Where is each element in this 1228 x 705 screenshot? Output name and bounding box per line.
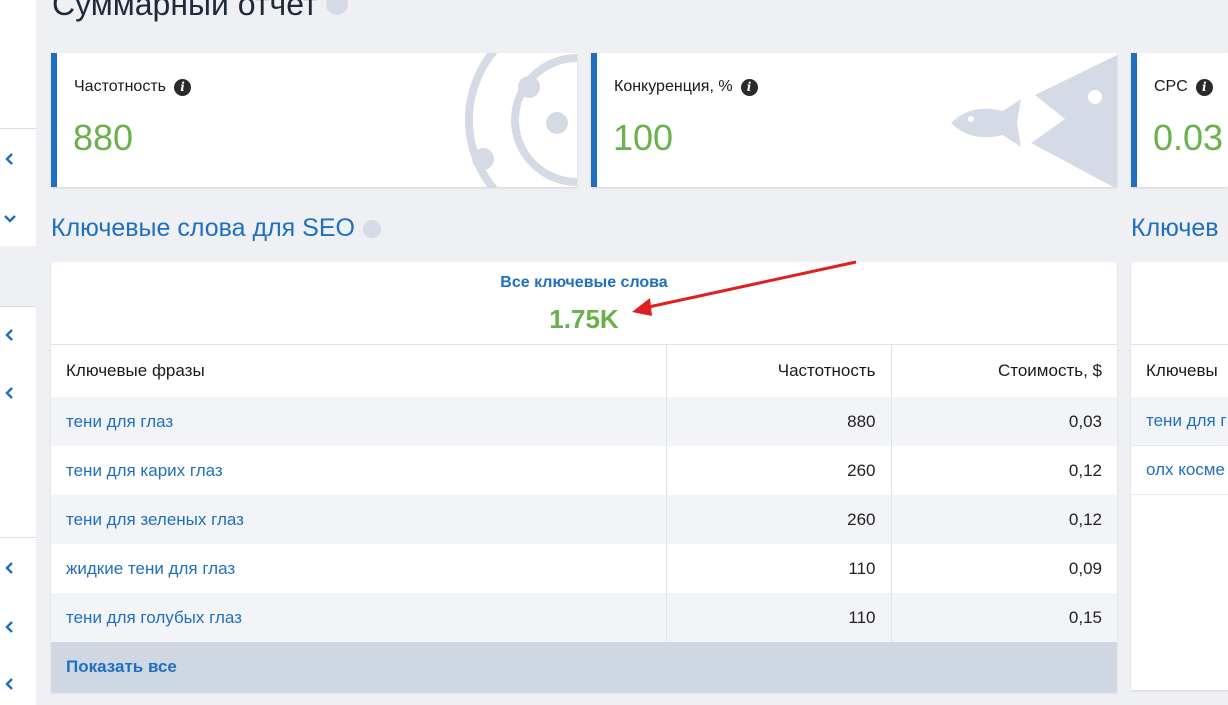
fish-icon (951, 55, 1117, 187)
column-header-phrases[interactable]: Ключевые фразы (51, 345, 667, 397)
chevron-left-icon[interactable] (3, 561, 17, 575)
frequency-cell: 110 (666, 593, 892, 642)
cost-cell: 0,12 (1068, 509, 1102, 529)
column-header-frequency[interactable]: Частотность (666, 345, 892, 397)
metric-label: Частотность i (74, 78, 191, 96)
table-row: тени для глаз 880 0,03 (51, 397, 1117, 446)
metric-value: 100 (613, 117, 674, 158)
metric-label-text: Конкуренция, % (614, 78, 733, 95)
chevron-left-icon[interactable] (3, 677, 17, 691)
page-title-text: Суммарный отчет (52, 0, 318, 22)
right-panel-summary (1131, 262, 1228, 345)
sidebar-divider (0, 306, 36, 307)
metric-card-frequency: Частотность i 880 (51, 53, 577, 187)
info-icon[interactable]: i (740, 78, 758, 96)
page-title: Суммарный отчет (52, 0, 348, 23)
frequency-cell: 260 (666, 446, 892, 495)
chevron-left-icon[interactable] (3, 328, 17, 342)
metric-card-competition: Конкуренция, % i 100 (591, 53, 1117, 187)
sidebar-divider (0, 537, 36, 538)
column-header-phrases[interactable]: Ключевы (1131, 345, 1228, 397)
sidebar (0, 0, 36, 705)
right-keywords-panel: Ключевы тени для г олх косме (1131, 262, 1228, 690)
cost-cell: 0,09 (1068, 558, 1102, 578)
frequency-cell: 880 (666, 397, 892, 446)
all-keywords-value: 1.75K (549, 304, 619, 334)
keyword-link[interactable]: тени для зеленых глаз (51, 495, 667, 544)
chevron-down-icon[interactable] (3, 212, 17, 226)
chevron-left-icon[interactable] (3, 152, 17, 166)
keyword-link[interactable]: тени для глаз (51, 397, 667, 446)
table-row: тени для карих глаз 260 0,12 (51, 446, 1117, 495)
all-keywords-summary: Все ключевые слова 1.75K (51, 262, 1117, 345)
table-row: тени для голубых глаз 110 0,15 (51, 593, 1117, 642)
info-icon[interactable]: i (173, 78, 191, 96)
section-title-seo: Ключевые слова для SEO (51, 214, 381, 243)
metric-label-text: Частотность (74, 78, 166, 95)
section-title-right: Ключев (1131, 214, 1219, 243)
show-all-button[interactable]: Показать все (51, 642, 1117, 692)
cost-cell: 0,12 (1068, 460, 1102, 480)
sidebar-divider (0, 128, 36, 129)
frequency-cell: 260 (666, 495, 892, 544)
cost-cell: 0,03 (1068, 411, 1102, 431)
metric-label: CPC i (1154, 78, 1213, 96)
frequency-cell: 110 (666, 544, 892, 593)
section-title-text: Ключевые слова для SEO (51, 214, 355, 242)
keyword-link[interactable]: жидкие тени для глаз (51, 544, 667, 593)
column-header-cost[interactable]: Стоимость, $ (891, 345, 1117, 397)
table-row: тени для зеленых глаз 260 0,12 (51, 495, 1117, 544)
keywords-table: Ключевые фразы Частотность Стоимость, $ … (51, 345, 1117, 642)
cost-cell: 0,15 (1068, 607, 1102, 627)
table-header-row: Ключевые фразы Частотность Стоимость, $ (51, 345, 1117, 397)
keyword-link[interactable]: тени для голубых глаз (51, 593, 667, 642)
info-icon[interactable] (325, 0, 348, 15)
metric-value: 0.03 (1153, 117, 1224, 158)
keyword-link[interactable]: тени для г (1131, 397, 1228, 446)
keyword-link[interactable]: тени для карих глаз (51, 446, 667, 495)
metric-label: Конкуренция, % i (614, 78, 758, 96)
metric-card-cpc: CPC i 0.03 (1131, 53, 1228, 187)
table-row: жидкие тени для глаз 110 0,09 (51, 544, 1117, 593)
sidebar-active-area (0, 246, 36, 306)
info-icon[interactable] (362, 219, 381, 238)
all-keywords-label[interactable]: Все ключевые слова (51, 274, 1117, 292)
chevron-left-icon[interactable] (3, 620, 17, 634)
metric-label-text: CPC (1154, 78, 1188, 95)
orbit-icon (465, 53, 577, 187)
annotation-arrow (632, 260, 857, 316)
seo-keywords-panel: Все ключевые слова 1.75K Ключевые фразы … (51, 262, 1117, 692)
metric-value: 880 (73, 117, 134, 158)
info-icon[interactable]: i (1195, 78, 1213, 96)
keyword-link[interactable]: олх косме (1131, 446, 1228, 495)
chevron-left-icon[interactable] (3, 386, 17, 400)
section-title-text: Ключев (1131, 214, 1219, 242)
